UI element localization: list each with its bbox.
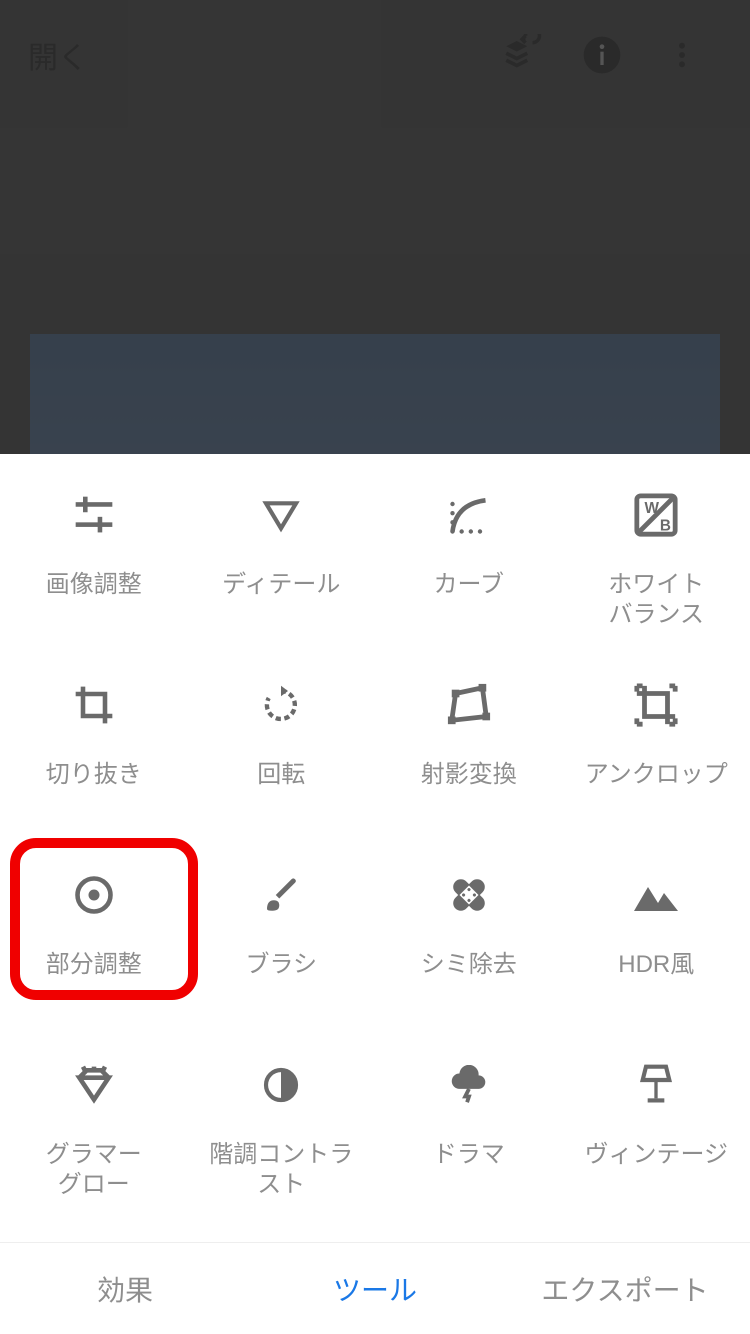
- tool-label: カーブ: [427, 570, 510, 600]
- tool-label: アンクロップ: [579, 760, 734, 790]
- tool-label: 回転: [251, 760, 311, 790]
- tool-tune[interactable]: 画像調整: [0, 478, 188, 668]
- tool-label: HDR風: [612, 950, 700, 980]
- tool-rotate[interactable]: 回転: [188, 668, 376, 858]
- half-circle-icon: [251, 1060, 311, 1110]
- lamp-icon: [626, 1060, 686, 1110]
- tool-label: グラマー グロー: [40, 1140, 148, 1200]
- tool-drama[interactable]: ドラマ: [375, 1048, 563, 1238]
- rotate-icon: [251, 680, 311, 730]
- tool-expand[interactable]: アンクロップ: [563, 668, 750, 858]
- diamond-icon: [64, 1060, 124, 1110]
- mountains-icon: [626, 870, 686, 920]
- tool-row5a[interactable]: [0, 1238, 188, 1242]
- tool-label: ドラマ: [427, 1140, 511, 1170]
- target-icon: [64, 870, 124, 920]
- tool-label: 階調コントラ スト: [203, 1140, 359, 1200]
- svg-text:W: W: [645, 500, 660, 517]
- tool-selective[interactable]: 部分調整: [0, 858, 188, 1048]
- tool-wb[interactable]: W B ホワイト バランス: [563, 478, 750, 668]
- bandage-icon: [439, 870, 499, 920]
- perspective-icon: [439, 680, 499, 730]
- tool-hdr[interactable]: HDR風: [563, 858, 750, 1048]
- tools-grid: 画像調整ディテール カーブ W Bホワイト バランス 切り抜き 回転 射影変換 …: [0, 454, 750, 1242]
- tool-label: 切り抜き: [40, 760, 148, 790]
- tab-tools[interactable]: ツール: [250, 1269, 500, 1309]
- tool-row5c[interactable]: [375, 1238, 563, 1242]
- tool-curves[interactable]: カーブ: [375, 478, 563, 668]
- tool-label: 画像調整: [40, 570, 148, 600]
- tool-brush[interactable]: ブラシ: [188, 858, 376, 1048]
- top-bar: 開く: [0, 0, 750, 110]
- bottom-tabs: 効果 ツール エクスポート: [0, 1242, 750, 1334]
- tool-healing[interactable]: シミ除去: [375, 858, 563, 1048]
- tool-glamour[interactable]: グラマー グロー: [0, 1048, 188, 1238]
- svg-text:B: B: [660, 517, 671, 534]
- curve-icon: [439, 490, 499, 540]
- tool-label: ディテール: [216, 570, 346, 600]
- tool-label: ヴィンテージ: [578, 1140, 734, 1170]
- tool-vintage[interactable]: ヴィンテージ: [563, 1048, 750, 1238]
- tab-export[interactable]: エクスポート: [500, 1269, 750, 1309]
- brush-icon: [251, 870, 311, 920]
- info-icon[interactable]: [562, 25, 642, 85]
- tune-icon: [64, 490, 124, 540]
- tool-tonal[interactable]: 階調コントラ スト: [188, 1048, 376, 1238]
- tool-perspective[interactable]: 射影変換: [375, 668, 563, 858]
- tool-row5d[interactable]: [563, 1238, 750, 1242]
- tool-label: シミ除去: [415, 950, 523, 980]
- tools-panel: 画像調整ディテール カーブ W Bホワイト バランス 切り抜き 回転 射影変換 …: [0, 454, 750, 1334]
- menu-more-icon[interactable]: [642, 25, 722, 85]
- cloud-bolt-icon: [439, 1060, 499, 1110]
- triangle-down-icon: [251, 490, 311, 540]
- open-button[interactable]: 開く: [28, 33, 88, 77]
- tool-label: 射影変換: [415, 760, 523, 790]
- tool-label: ホワイト バランス: [602, 570, 710, 630]
- tool-label: 部分調整: [40, 950, 148, 980]
- undo-layers-icon[interactable]: [482, 25, 562, 85]
- tool-label: ブラシ: [239, 950, 323, 980]
- tab-effects[interactable]: 効果: [0, 1269, 250, 1309]
- tool-crop[interactable]: 切り抜き: [0, 668, 188, 858]
- uncrop-icon: [626, 680, 686, 730]
- crop-icon: [64, 680, 124, 730]
- wb-icon: W B: [626, 490, 686, 540]
- tool-row5b[interactable]: [188, 1238, 376, 1242]
- tool-details[interactable]: ディテール: [188, 478, 376, 668]
